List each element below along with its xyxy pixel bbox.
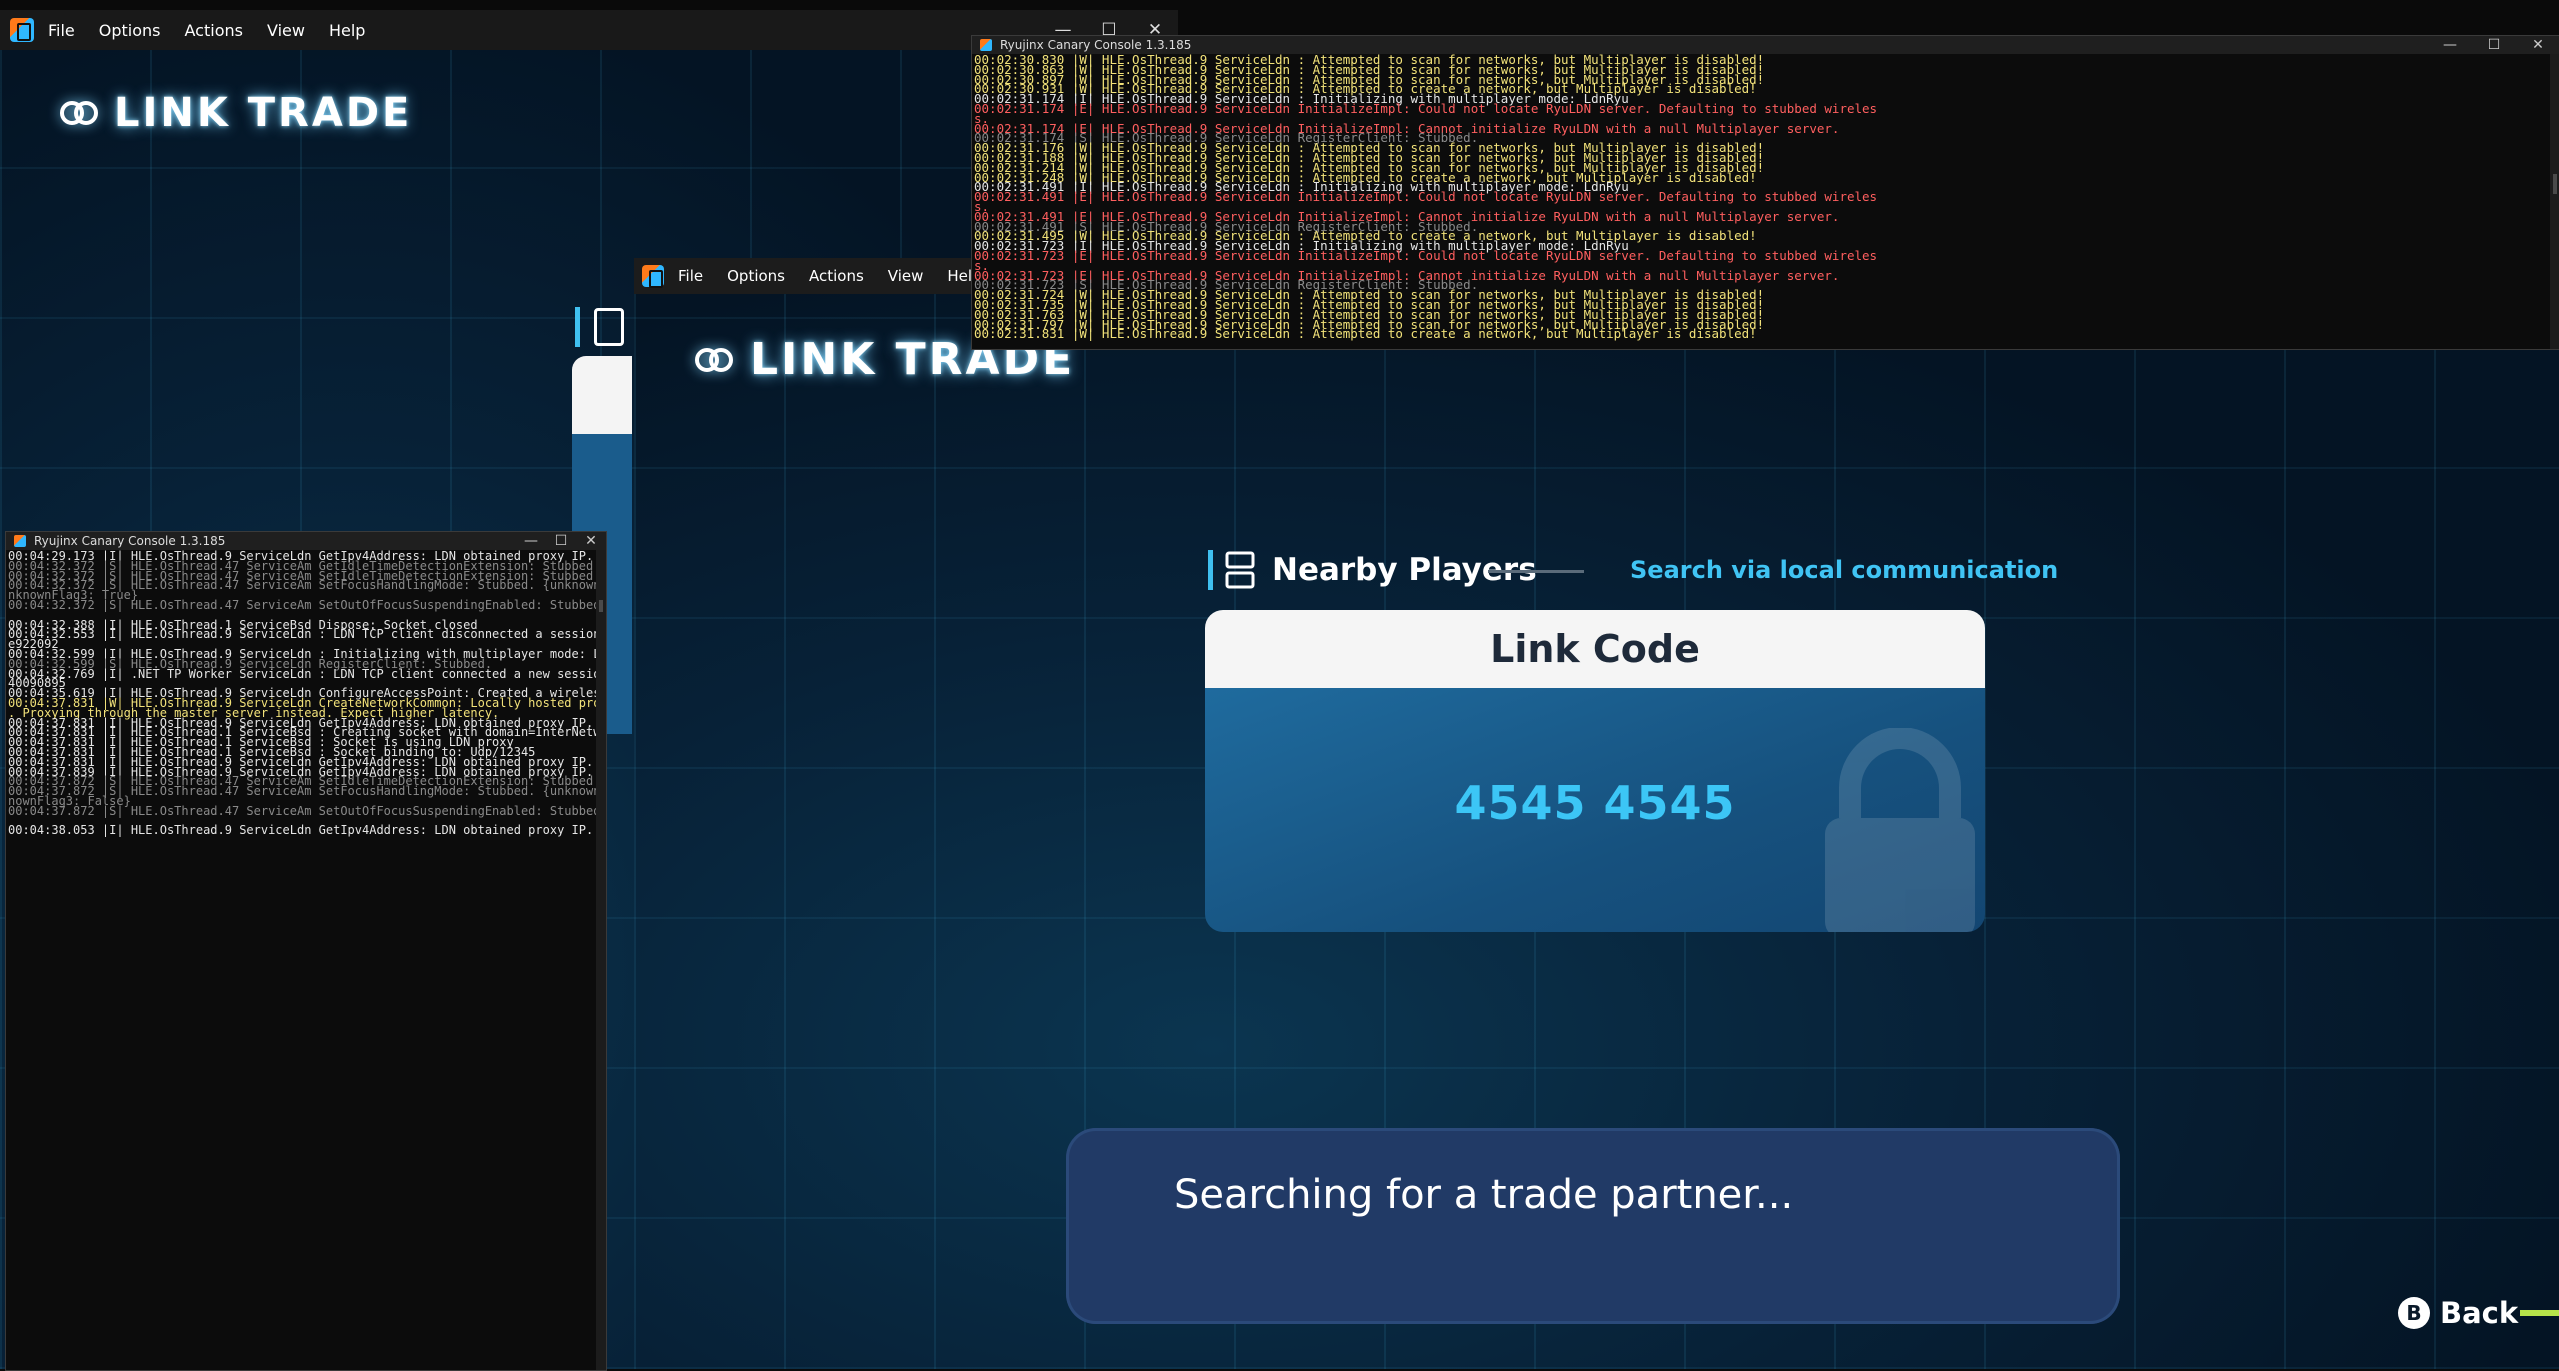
maximize-button[interactable]: ☐ (546, 532, 576, 550)
front-emulator-window: File Options Actions View Help LINK TRAD… (634, 258, 2559, 1369)
back-card-top (572, 356, 632, 434)
menu-options[interactable]: Options (99, 21, 161, 40)
menu-view[interactable]: View (888, 267, 924, 285)
menu-actions[interactable]: Actions (185, 21, 243, 40)
link-trade-icon (60, 101, 98, 125)
menu-file[interactable]: File (678, 267, 703, 285)
menu-file[interactable]: File (48, 21, 75, 40)
log-line: 00:04:37.872 |S| HLE.OsThread.47 Service… (8, 803, 607, 818)
b-button-icon: B (2398, 1297, 2430, 1329)
log-line: 00:02:31.723 |E| HLE.OsThread.9 ServiceL… (974, 247, 1878, 263)
log-line: 00:04:32.372 |S| HLE.OsThread.47 Service… (8, 597, 607, 612)
log-line: 00:04:32.769 |I| .NET TP Worker ServiceL… (8, 666, 607, 681)
link-code-card: Link Code 4545 4545 (1205, 610, 1985, 932)
log-line: 00:04:38.053 |I| HLE.OsThread.9 ServiceL… (8, 823, 594, 838)
back-section-marker (575, 307, 580, 347)
minimize-button[interactable]: — (2428, 36, 2472, 54)
status-panel: Searching for a trade partner... (1066, 1128, 2120, 1324)
back-section-icon (594, 308, 624, 346)
maximize-button[interactable]: ☐ (2472, 36, 2516, 54)
log-line: 00:02:31.491 |E| HLE.OsThread.9 ServiceL… (974, 189, 1878, 205)
lock-icon (1825, 728, 1975, 932)
console-left-title: Ryujinx Canary Console 1.3.185 (34, 534, 226, 548)
back-button[interactable]: B Back (2398, 1296, 2518, 1330)
link-code-card-body: 4545 4545 (1205, 688, 1985, 932)
menu-actions[interactable]: Actions (809, 267, 864, 285)
link-code-label: Link Code (1490, 627, 1700, 671)
console-left-titlebar: Ryujinx Canary Console 1.3.185 — ☐ ✕ (6, 532, 606, 550)
link-trade-icon (695, 347, 733, 372)
console-left-scrollbar[interactable] (596, 550, 606, 1370)
section-subtitle: Search via local communication (1630, 556, 2059, 584)
menu-help[interactable]: Help (329, 21, 365, 40)
console-window-right: Ryujinx Canary Console 1.3.185 — ☐ ✕ 00:… (971, 35, 2559, 350)
link-code-card-header: Link Code (1205, 610, 1985, 688)
log-line: 00:02:31.831 |W| HLE.OsThread.9 ServiceL… (974, 326, 1757, 342)
section-divider (1488, 570, 1584, 573)
back-link-trade-logo: LINK TRADE (58, 90, 412, 136)
close-button[interactable]: ✕ (2516, 36, 2559, 54)
link-code-value: 4545 4545 (1454, 776, 1736, 830)
menu-view[interactable]: View (267, 21, 305, 40)
log-line: 00:02:31.174 |E| HLE.OsThread.9 ServiceL… (974, 100, 1878, 116)
minimize-button[interactable]: — (516, 532, 546, 550)
console-right-log[interactable]: 00:02:30.830 |W| HLE.OsThread.9 ServiceL… (972, 53, 2559, 342)
back-button-label: Back (2440, 1296, 2519, 1330)
menu-options[interactable]: Options (727, 267, 785, 285)
back-accent-bar (2520, 1310, 2559, 1316)
close-button[interactable]: ✕ (576, 532, 606, 550)
nearby-players-icon (1224, 550, 1256, 590)
section-marker (1208, 550, 1213, 590)
status-message: Searching for a trade partner... (1174, 1172, 1794, 1218)
log-line: 00:04:32.553 |I| HLE.OsThread.9 ServiceL… (8, 627, 601, 642)
console-right-title: Ryujinx Canary Console 1.3.185 (1000, 38, 1192, 52)
console-right-titlebar: Ryujinx Canary Console 1.3.185 — ☐ ✕ (972, 36, 2559, 54)
console-app-icon (14, 535, 26, 547)
ryujinx-app-icon (10, 18, 34, 42)
console-window-left: Ryujinx Canary Console 1.3.185 — ☐ ✕ 00:… (5, 531, 607, 1371)
console-right-scrollbar[interactable] (2550, 54, 2559, 349)
front-game-screen: LINK TRADE Nearby Players Search via loc… (634, 294, 2559, 1369)
ryujinx-app-icon (642, 265, 664, 288)
console-left-log[interactable]: 00:04:29.173 |I| HLE.OsThread.9 ServiceL… (6, 550, 606, 836)
console-app-icon (980, 39, 992, 51)
